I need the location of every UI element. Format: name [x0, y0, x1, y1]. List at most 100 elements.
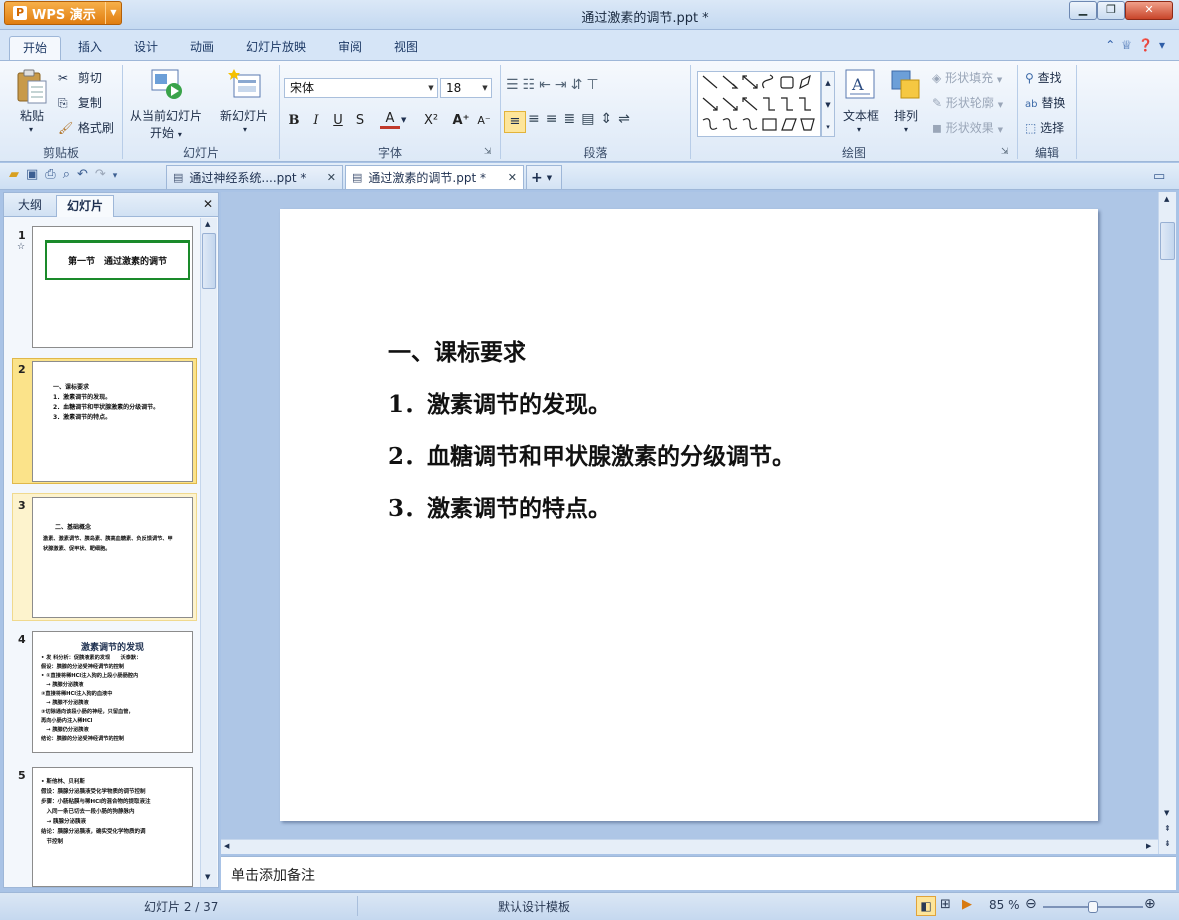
copy-button[interactable]: ⎘ 复制	[58, 94, 102, 111]
from-current-slide-button[interactable]: 从当前幻灯片	[130, 107, 202, 124]
scroll-thumb[interactable]	[1160, 222, 1175, 260]
paste-button[interactable]: 粘贴	[20, 107, 44, 124]
slide-thumbnail-3[interactable]: 二、基础概念 激素、激素调节、胰岛素、胰高血糖素、负反馈调节、甲 状腺激素、促甲…	[32, 497, 193, 618]
align-center-icon[interactable]: ≡	[528, 111, 546, 127]
text-box-button[interactable]: 文本框	[843, 107, 879, 124]
zoom-in-icon[interactable]: ⊕	[1144, 896, 1156, 912]
slide-thumbnail-4[interactable]: 激素调节的发现 • 发 科分析：促胰液素的发现 沃泰默： 假设：胰腺的分泌受神经…	[32, 631, 193, 753]
line-spacing-icon[interactable]: ⇵	[571, 77, 587, 93]
previous-slide-icon[interactable]: ⇞	[1164, 824, 1171, 833]
save-icon[interactable]: ▣	[26, 167, 45, 182]
arrange-icon[interactable]	[889, 68, 923, 102]
thumbnails-scrollbar[interactable]: ▲ ▼	[200, 218, 217, 887]
increase-indent-icon[interactable]: ⇥	[555, 77, 571, 93]
customize-toolbar-icon[interactable]: ▾	[113, 171, 125, 181]
text-direction-icon[interactable]: ⇌	[618, 111, 636, 127]
chevron-down-icon[interactable]: ▾	[1159, 38, 1171, 52]
shape-outline-button[interactable]: ✎ 形状轮廓 ▼	[932, 94, 1003, 111]
arrange-button[interactable]: 排列	[894, 107, 918, 124]
tab-home[interactable]: 开始	[9, 36, 62, 60]
slide-thumbnail-5[interactable]: • 斯他林、贝利斯 假设：胰腺分泌胰液受化学物质的调节控制 步骤：小肠粘膜与稀H…	[32, 767, 193, 887]
chevron-down-icon[interactable]: ▾	[29, 125, 33, 134]
next-slide-icon[interactable]: ⇟	[1164, 839, 1171, 848]
align-left-icon[interactable]: ≡	[504, 111, 526, 133]
shapes-gallery[interactable]	[697, 71, 821, 137]
app-menu-button[interactable]: P WPS 演示 ▼	[4, 1, 122, 25]
numbering-icon[interactable]: ☷	[523, 77, 540, 93]
print-preview-icon[interactable]: ⌕	[63, 167, 77, 182]
bullets-icon[interactable]: ☰	[506, 77, 523, 93]
help-icon[interactable]: ❓	[1138, 38, 1159, 52]
shapes-gallery-scroll[interactable]: ▲ ▼ ▾	[821, 71, 835, 137]
distribute-icon[interactable]: ▤	[581, 111, 600, 127]
drawing-dialog-launcher-icon[interactable]: ⇲	[1001, 147, 1009, 157]
tab-slideshow[interactable]: 幻灯片放映	[233, 36, 319, 60]
close-button[interactable]: ✕	[1125, 1, 1173, 20]
open-icon[interactable]: ▰	[9, 167, 26, 182]
bold-button[interactable]: B	[284, 111, 304, 131]
superscript-button[interactable]: X²	[420, 111, 442, 131]
sorter-view-icon[interactable]: ⊞	[940, 897, 951, 912]
editor-vertical-scrollbar[interactable]: ▲ ▼ ⇞ ⇟	[1158, 192, 1176, 854]
select-button[interactable]: ⬚ 选择	[1025, 119, 1064, 136]
text-box-icon[interactable]: A	[844, 68, 876, 100]
close-pane-icon[interactable]: ✕	[203, 197, 213, 211]
format-painter-button[interactable]: 🖌 格式刷	[58, 119, 114, 136]
slide-bullet-3[interactable]: 3．激素调节的特点。	[388, 489, 611, 523]
maximize-button[interactable]: ❐	[1097, 1, 1125, 20]
decrease-indent-icon[interactable]: ⇤	[539, 77, 555, 93]
scroll-up-icon[interactable]: ▲	[1164, 195, 1169, 203]
slide-heading[interactable]: 一、课标要求	[388, 333, 526, 367]
new-tab-button[interactable]: + ▼	[526, 165, 562, 189]
new-slide-button[interactable]: 新幻灯片	[220, 107, 268, 124]
justify-icon[interactable]: ≣	[563, 111, 581, 127]
slideshow-view-icon[interactable]: ▶	[962, 897, 972, 912]
play-from-current-icon[interactable]	[150, 67, 184, 101]
scroll-thumb[interactable]	[202, 233, 216, 289]
slide-bullet-2[interactable]: 2．血糖调节和甲状腺激素的分级调节。	[388, 437, 795, 471]
undo-icon[interactable]: ↶	[77, 167, 95, 182]
redo-icon[interactable]: ↷	[95, 167, 113, 182]
shape-effect-button[interactable]: ◼ 形状效果 ▼	[932, 119, 1003, 136]
doc-tab-2[interactable]: ▤ 通过激素的调节.ppt * ✕	[345, 165, 524, 189]
tab-view[interactable]: 视图	[381, 36, 431, 60]
chevron-down-icon[interactable]: ▼	[105, 2, 121, 24]
find-button[interactable]: ⚲ 查找	[1025, 69, 1062, 86]
print-icon[interactable]: ⎙	[45, 167, 62, 182]
scroll-up-icon[interactable]: ▲	[205, 220, 210, 228]
scroll-right-icon[interactable]: ▶	[1146, 842, 1151, 850]
chevron-down-icon[interactable]: ▼	[401, 116, 406, 124]
minimize-button[interactable]: ▁	[1069, 1, 1097, 20]
close-tab-icon[interactable]: ✕	[327, 167, 336, 189]
font-size-select[interactable]: 18 ▼	[440, 78, 492, 98]
font-dialog-launcher-icon[interactable]: ⇲	[484, 147, 492, 157]
tab-review[interactable]: 审阅	[325, 36, 375, 60]
grow-font-button[interactable]: A⁺	[450, 111, 472, 131]
scroll-left-icon[interactable]: ◀	[224, 842, 229, 850]
slide-thumbnail-2[interactable]: 一、课标要求 1．激素调节的发现。 2．血糖调节和甲状腺激素的分级调节。 3．激…	[32, 361, 193, 482]
current-slide[interactable]: 一、课标要求 1．激素调节的发现。 2．血糖调节和甲状腺激素的分级调节。 3．激…	[280, 209, 1098, 821]
skin-icon[interactable]: ♕	[1121, 38, 1138, 52]
chevron-down-icon[interactable]: ▾	[243, 125, 247, 134]
shape-fill-button[interactable]: ◈ 形状填充 ▼	[932, 69, 1002, 86]
close-tab-icon[interactable]: ✕	[508, 167, 517, 189]
replace-button[interactable]: ab 替换	[1025, 94, 1065, 111]
new-slide-icon[interactable]	[228, 67, 262, 101]
paste-icon[interactable]	[14, 69, 50, 105]
align-right-icon[interactable]: ≡	[546, 111, 564, 127]
chevron-down-icon[interactable]: ▾	[857, 125, 861, 134]
tab-insert[interactable]: 插入	[65, 36, 115, 60]
zoom-out-icon[interactable]: ⊖	[1025, 896, 1037, 912]
editor-horizontal-scrollbar[interactable]: ◀ ▶	[221, 839, 1158, 854]
slide-bullet-1[interactable]: 1．激素调节的发现。	[388, 385, 611, 419]
scroll-down-icon[interactable]: ▼	[1164, 809, 1169, 817]
collapse-ribbon-icon[interactable]: ⌃	[1105, 38, 1121, 52]
italic-button[interactable]: I	[306, 111, 326, 131]
notes-pane[interactable]: 单击添加备注	[221, 856, 1176, 890]
tab-list-icon[interactable]: ▭	[1153, 169, 1165, 184]
slide-thumbnail-1[interactable]: 第一节 通过激素的调节	[32, 226, 193, 348]
tab-animation[interactable]: 动画	[177, 36, 227, 60]
doc-tab-1[interactable]: ▤ 通过神经系统....ppt * ✕	[166, 165, 343, 189]
tab-slides[interactable]: 幻灯片	[56, 195, 115, 217]
cut-button[interactable]: ✂ 剪切	[58, 69, 102, 86]
